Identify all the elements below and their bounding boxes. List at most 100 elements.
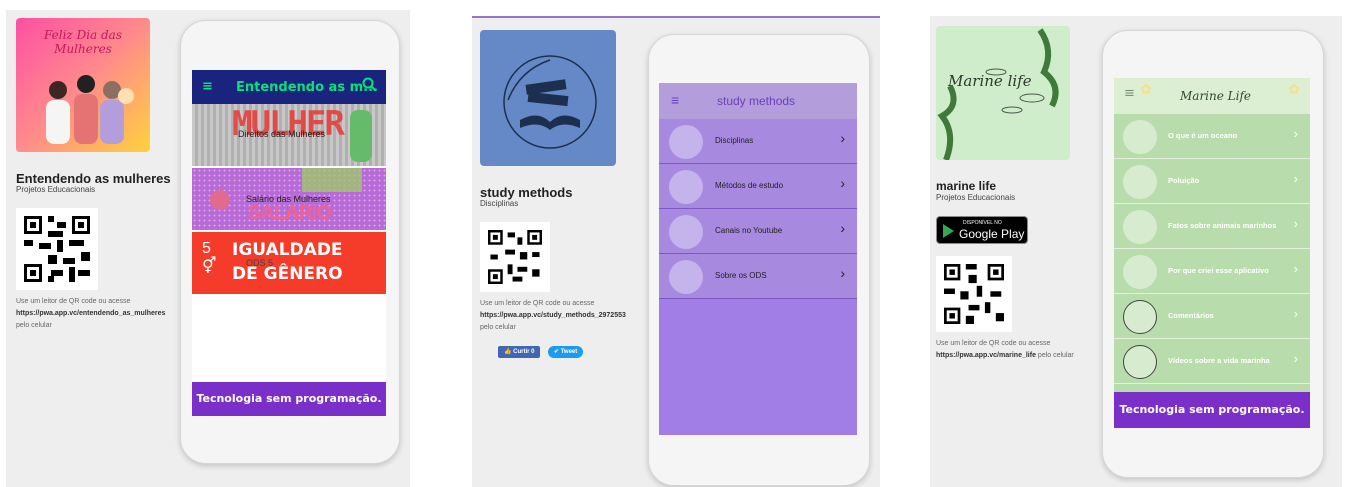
item-avatar-icon <box>669 260 703 294</box>
menu-item-label: Comentários <box>1168 311 1214 320</box>
qr-hint-text: Use um leitor de QR code ou acesse <box>16 298 131 305</box>
header-title: study methods <box>717 94 796 108</box>
menu-item-label: Por que criei esse aplicativo <box>1168 266 1269 275</box>
qr-hint-suffix: pelo celular <box>480 324 516 331</box>
app-url-link[interactable]: https://pwa.app.vc/entendendo_as_mulhere… <box>16 308 196 320</box>
thumbnail-title: Marine life <box>948 72 1032 90</box>
header-title: Marine Life <box>1180 89 1252 103</box>
menu-item-label: Disciplinas <box>715 136 754 145</box>
chevron-right-icon: › <box>840 175 845 191</box>
hamburger-menu-icon[interactable]: ≡ <box>202 79 213 94</box>
item-avatar-icon <box>669 125 703 159</box>
app-header-bar: ≡ Entendendo as m... <box>192 70 386 104</box>
app-category: Projetos Educacionais <box>16 185 96 194</box>
item-avatar-icon <box>669 170 703 204</box>
menu-item-por-que[interactable]: Por que criei esse aplicativo › <box>1114 249 1310 294</box>
app-header-bar: ≡ study methods <box>659 83 857 119</box>
banner-label: ODS 5 <box>246 258 274 268</box>
app-name: study methods <box>480 185 573 200</box>
menu-item-poluicao[interactable]: Poluição › <box>1114 159 1310 204</box>
chevron-right-icon: › <box>840 220 845 236</box>
banner-salario[interactable]: SALARIO Salário das Mulheres <box>192 168 386 230</box>
phone-screen: ≡ study methods Disciplinas › Métodos de … <box>659 83 857 435</box>
play-video-icon <box>1123 345 1157 379</box>
app-thumbnail[interactable] <box>480 30 616 166</box>
app-card-entendendo: Feliz Dia das Mulheres Entendendo as mul… <box>6 10 410 487</box>
tweet-button[interactable]: ✔ Tweet <box>548 346 584 358</box>
menu-item-label: Métodos de estudo <box>715 181 784 190</box>
qr-hint-text: Use um leitor de QR code ou acesse <box>936 340 1051 347</box>
coin-icon <box>210 190 230 210</box>
menu-item-oceano[interactable]: O que é um oceano › <box>1114 114 1310 159</box>
menu-item-videos[interactable]: Vídeos sobre a vida marinha › <box>1114 339 1310 384</box>
menu-item-canais[interactable]: Canais no Youtube › <box>659 209 857 254</box>
app-url-link[interactable]: https://pwa.app.vc/marine_life <box>936 352 1036 359</box>
gender-equality-icon: 5 ⚥ <box>202 240 217 275</box>
menu-item-ods[interactable]: Sobre os ODS › <box>659 254 857 299</box>
chevron-right-icon: › <box>840 130 845 146</box>
item-avatar-icon <box>1123 120 1157 154</box>
badge-small-text: DISPONÍVEL NO <box>963 220 1002 226</box>
banner-label: Direitos das Mulheres <box>238 129 326 139</box>
qr-hint-text: Use um leitor de QR code ou acesse <box>480 300 595 307</box>
money-illustration <box>302 168 362 192</box>
chevron-right-icon: › <box>1293 126 1298 141</box>
bird-icon: ✔ <box>554 349 561 355</box>
menu-item-label: Fatos sobre animais marinhos <box>1168 221 1277 230</box>
chat-bubble-icon <box>1123 300 1157 334</box>
qr-instructions: Use um leitor de QR code ou acesse https… <box>936 338 1106 362</box>
app-name: Entendendo as mulheres <box>16 171 171 186</box>
flower-decoration-icon: ✿ <box>1140 82 1152 98</box>
app-footer: Tecnologia sem programação. <box>1114 392 1310 428</box>
item-avatar-icon <box>1123 210 1157 244</box>
chevron-right-icon: › <box>1293 261 1298 276</box>
menu-item-label: Canais no Youtube <box>715 226 783 235</box>
flower-decoration-icon: ✿ <box>1288 82 1300 98</box>
phone-screen: ≡ Entendendo as m... MULHER Direitos das… <box>192 70 386 416</box>
menu-item-label: Vídeos sobre a vida marinha <box>1168 356 1270 365</box>
google-play-badge[interactable]: DISPONÍVEL NO Google Play <box>936 216 1028 244</box>
chevron-right-icon: › <box>1293 351 1298 366</box>
qr-code <box>936 256 1012 332</box>
banner-big-text: SALARIO <box>248 202 332 224</box>
menu-item-comentarios[interactable]: Comentários › <box>1114 294 1310 339</box>
app-header-bar: ≡ ✿ Marine Life ✿ <box>1114 78 1310 114</box>
qr-hint-suffix: pelo celular <box>1037 352 1074 359</box>
qr-instructions: Use um leitor de QR code ou acesse https… <box>480 298 650 334</box>
thumbnail-title: Feliz Dia das Mulheres <box>43 28 122 56</box>
menu-item-disciplinas[interactable]: Disciplinas › <box>659 119 857 164</box>
chevron-right-icon: › <box>1293 306 1298 321</box>
app-category: Projetos Educacionais <box>936 193 1016 202</box>
app-name: marine life <box>936 179 997 193</box>
menu-item-label: Sobre os ODS <box>715 271 767 280</box>
hamburger-menu-icon[interactable]: ≡ <box>671 92 679 108</box>
app-thumbnail[interactable]: Feliz Dia das Mulheres <box>16 18 150 152</box>
menu-item-fatos[interactable]: Fatos sobre animais marinhos › <box>1114 204 1310 249</box>
chevron-right-icon: › <box>840 265 845 281</box>
qr-hint-suffix: pelo celular <box>16 322 52 329</box>
phone-screen: ≡ ✿ Marine Life ✿ O que é um oceano › Pol… <box>1114 78 1310 428</box>
app-thumbnail[interactable]: Marine life <box>936 26 1070 160</box>
tweet-label: Tweet <box>560 349 578 355</box>
cactus-illustration <box>350 110 372 162</box>
app-category: Disciplinas <box>480 199 519 208</box>
search-icon[interactable] <box>362 77 376 95</box>
menu-item-label: Poluição <box>1168 176 1200 185</box>
hamburger-menu-icon[interactable]: ≡ <box>1124 86 1135 101</box>
menu-item-metodos[interactable]: Métodos de estudo › <box>659 164 857 209</box>
chevron-right-icon: › <box>1293 216 1298 231</box>
banner-label: Salário das Mulheres <box>246 194 331 204</box>
facebook-like-button[interactable]: 👍 Curtir 0 <box>498 346 541 358</box>
app-footer: Tecnologia sem programação. <box>192 382 386 416</box>
books-illustration <box>503 55 597 149</box>
phone-mockup: ≡ ✿ Marine Life ✿ O que é um oceano › Pol… <box>1102 30 1324 478</box>
banner-igualdade[interactable]: 5 ⚥ IGUALDADE DE GÊNERO ODS 5 <box>192 232 386 294</box>
item-avatar-icon <box>669 215 703 249</box>
like-label: Curtir 0 <box>513 349 535 355</box>
app-url-link[interactable]: https://pwa.app.vc/study_methods_2972553 <box>480 310 650 322</box>
badge-big-text: Google Play <box>959 227 1025 241</box>
banner-direitos[interactable]: MULHER Direitos das Mulheres <box>192 104 386 166</box>
phone-mockup: ≡ Entendendo as m... MULHER Direitos das… <box>180 20 400 464</box>
women-hugging-illustration <box>46 75 134 144</box>
menu-item-label: O que é um oceano <box>1168 131 1238 140</box>
